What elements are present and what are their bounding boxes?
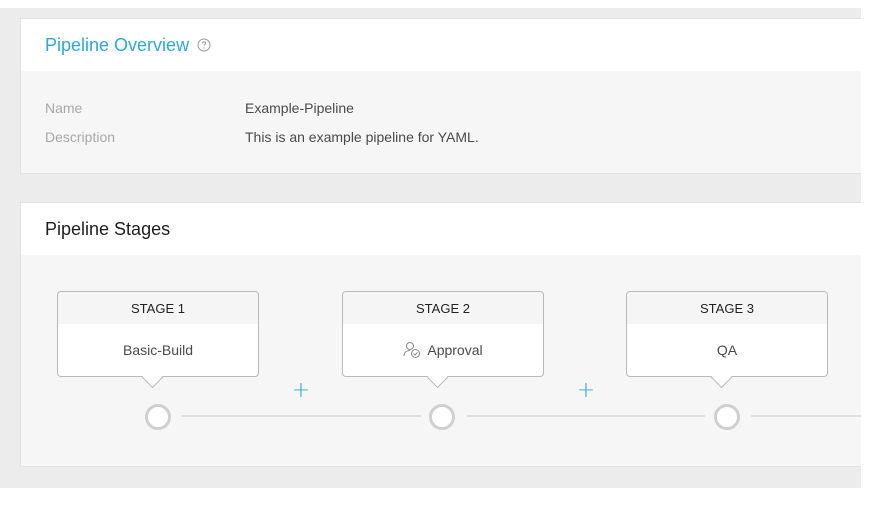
name-label: Name (45, 99, 83, 116)
stage-node-1[interactable] (145, 404, 171, 430)
add-stage-button[interactable]: + (576, 380, 596, 402)
stages-title: Pipeline Stages (45, 218, 171, 239)
page-viewport: Pipeline Overview Name Example-Pipeline … (0, 8, 861, 488)
stage-node-3[interactable] (714, 404, 740, 430)
overview-title: Pipeline Overview (45, 34, 190, 55)
name-value: Example-Pipeline (245, 99, 354, 116)
pipeline-overview-card: Pipeline Overview Name Example-Pipeline … (20, 18, 861, 174)
stage-name-label: Basic-Build (122, 342, 194, 358)
stage-header: STAGE 3 (627, 292, 827, 324)
stages-body: STAGE 1 Basic-Build STAGE 2 Approval STA… (21, 255, 861, 466)
stage-name: Basic-Build (58, 324, 258, 376)
pipeline-stages-card: Pipeline Stages STAGE 1 Basic-Build STAG… (20, 202, 861, 467)
stage-header: STAGE 1 (58, 292, 258, 324)
stages-header: Pipeline Stages (21, 203, 861, 255)
description-row: Description This is an example pipeline … (21, 122, 861, 151)
stage-name-label: Approval (427, 342, 483, 358)
overview-header: Pipeline Overview (21, 19, 861, 71)
description-label: Description (45, 128, 116, 145)
add-stage-button[interactable]: + (291, 380, 311, 402)
stage-node-2[interactable] (429, 404, 455, 430)
description-value: This is an example pipeline for YAML. (245, 128, 479, 145)
stage-name: Approval (343, 324, 543, 376)
stage-name-label: QA (716, 342, 738, 358)
name-row: Name Example-Pipeline (21, 93, 861, 122)
approval-user-icon (403, 342, 421, 358)
stage-card-2[interactable]: STAGE 2 Approval (342, 291, 544, 389)
stage-card-1[interactable]: STAGE 1 Basic-Build (57, 291, 259, 389)
stage-name: QA (627, 324, 827, 376)
stage-header: STAGE 2 (343, 292, 543, 324)
help-icon[interactable] (197, 38, 211, 52)
overview-body: Name Example-Pipeline Description This i… (21, 71, 861, 173)
stage-card-3[interactable]: STAGE 3 QA (626, 291, 828, 389)
